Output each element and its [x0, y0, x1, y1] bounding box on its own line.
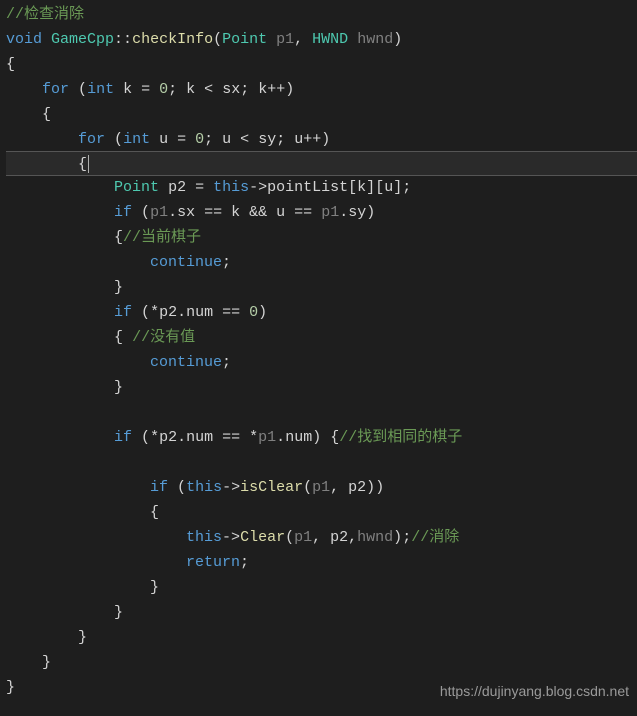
class-name: GameCpp [51, 31, 114, 48]
param-hwnd: hwnd [357, 31, 393, 48]
code-line[interactable]: continue; [6, 350, 637, 375]
var-sx: sx [222, 81, 240, 98]
code-line[interactable]: } [6, 575, 637, 600]
code-line[interactable]: for (int k = 0; k < sx; k++) [6, 77, 637, 102]
code-line[interactable]: } [6, 600, 637, 625]
code-line[interactable]: this->Clear(p1, p2,hwnd);//消除 [6, 525, 637, 550]
keyword-if: if [114, 204, 132, 221]
code-line[interactable]: Point p2 = this->pointList[k][u]; [6, 175, 637, 200]
code-line[interactable]: } [6, 625, 637, 650]
code-line[interactable]: void GameCpp::checkInfo(Point p1, HWND h… [6, 27, 637, 52]
code-line[interactable]: {//当前棋子 [6, 225, 637, 250]
code-line[interactable]: { [6, 52, 637, 77]
paren: ( [213, 31, 222, 48]
watermark-text: https://dujinyang.blog.csdn.net [440, 679, 629, 704]
scope-op: :: [114, 31, 132, 48]
code-line[interactable]: return; [6, 550, 637, 575]
var-u: u [159, 131, 168, 148]
code-line[interactable]: { //没有值 [6, 325, 637, 350]
comment: //当前棋子 [123, 229, 201, 246]
var-sy: sy [258, 131, 276, 148]
number-zero: 0 [159, 81, 168, 98]
brace-close: } [114, 604, 123, 621]
code-line[interactable]: if (*p2.num == 0) [6, 300, 637, 325]
code-line[interactable]: if (*p2.num == *p1.num) {//找到相同的棋子 [6, 425, 637, 450]
member-pointlist: pointList [267, 179, 348, 196]
code-line[interactable]: } [6, 275, 637, 300]
text-cursor [88, 155, 89, 173]
function-name: checkInfo [132, 31, 213, 48]
keyword-this: this [186, 479, 222, 496]
brace-close: } [6, 679, 15, 696]
code-line[interactable]: //检查消除 [6, 2, 637, 27]
brace-close: } [42, 654, 51, 671]
param-p1: p1 [276, 31, 294, 48]
paren: ) [393, 31, 402, 48]
keyword-if: if [150, 479, 168, 496]
keyword-int: int [123, 131, 150, 148]
code-line[interactable]: continue; [6, 250, 637, 275]
comment: //没有值 [132, 329, 195, 346]
keyword-this: this [186, 529, 222, 546]
keyword-void: void [6, 31, 42, 48]
keyword-continue: continue [150, 354, 222, 371]
comma: , [294, 31, 312, 48]
brace-open: { [6, 56, 15, 73]
type-hwnd: HWND [312, 31, 348, 48]
fn-clear: Clear [240, 529, 285, 546]
comment: //消除 [411, 529, 459, 546]
keyword-continue: continue [150, 254, 222, 271]
code-line[interactable]: } [6, 650, 637, 675]
code-line[interactable]: if (this->isClear(p1, p2)) [6, 475, 637, 500]
keyword-if: if [114, 304, 132, 321]
type-point: Point [222, 31, 267, 48]
code-line-active[interactable]: { [6, 151, 637, 176]
brace-close: } [114, 379, 123, 396]
code-line[interactable] [6, 400, 637, 425]
code-line[interactable]: if (p1.sx == k && u == p1.sy) [6, 200, 637, 225]
type-point: Point [114, 179, 159, 196]
keyword-this: this [213, 179, 249, 196]
keyword-int: int [87, 81, 114, 98]
comment: //检查消除 [6, 6, 84, 23]
brace-close: } [114, 279, 123, 296]
var-k: k [123, 81, 132, 98]
code-line[interactable]: for (int u = 0; u < sy; u++) [6, 127, 637, 152]
code-line[interactable]: } [6, 375, 637, 400]
keyword-for: for [78, 131, 105, 148]
fn-isclear: isClear [240, 479, 303, 496]
keyword-return: return [186, 554, 240, 571]
brace-open: { [78, 156, 87, 173]
comment: //找到相同的棋子 [339, 429, 462, 446]
code-editor[interactable]: //检查消除 void GameCpp::checkInfo(Point p1,… [0, 0, 637, 700]
brace-open: { [42, 106, 51, 123]
keyword-for: for [42, 81, 69, 98]
code-line[interactable]: { [6, 102, 637, 127]
code-line[interactable]: { [6, 500, 637, 525]
brace-close: } [150, 579, 159, 596]
keyword-if: if [114, 429, 132, 446]
brace-close: } [78, 629, 87, 646]
code-line[interactable] [6, 450, 637, 475]
